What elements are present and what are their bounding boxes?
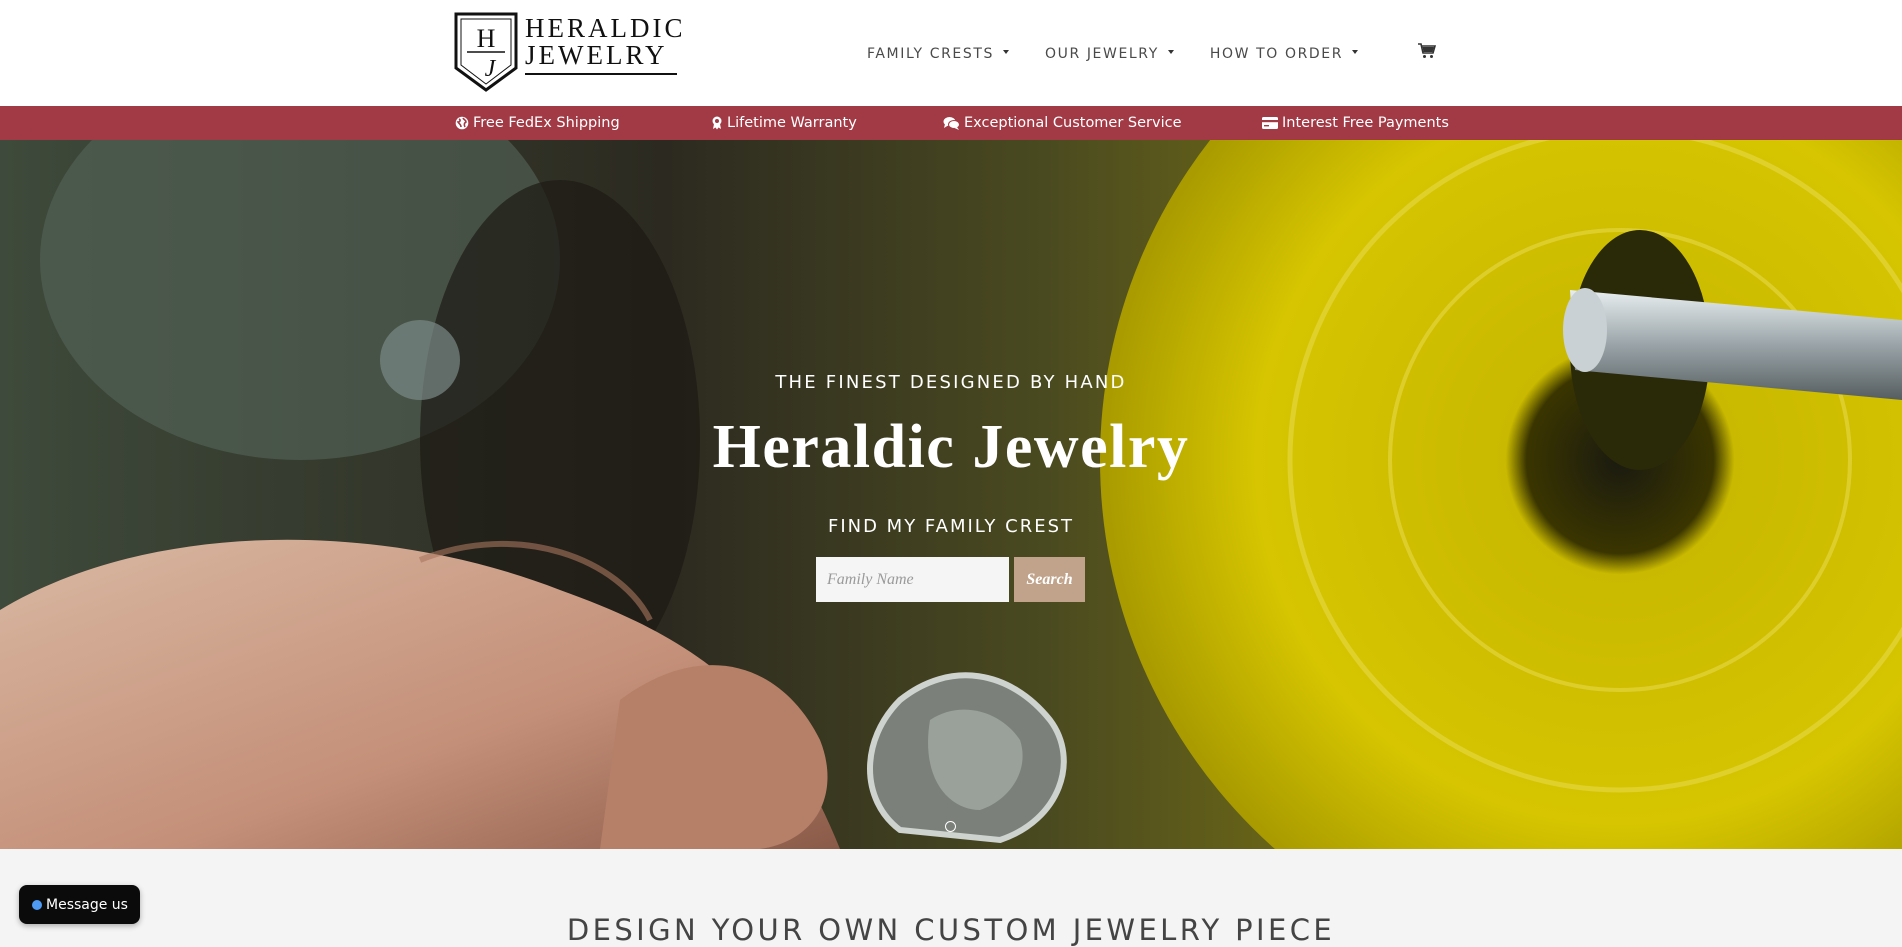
globe-icon [455,116,469,130]
hero-banner: THE FINEST DESIGNED BY HAND Heraldic Jew… [0,140,1902,849]
shield-logo-icon: H J [454,12,518,92]
find-crest-heading: FIND MY FAMILY CREST [827,516,1075,537]
promo-shipping: Free FedEx Shipping [455,106,620,140]
hero-tagline: THE FINEST DESIGNED BY HAND [775,372,1127,393]
promo-label: Free FedEx Shipping [473,115,620,131]
nav-our-jewelry[interactable]: OUR JEWELRY [1045,46,1174,62]
credit-card-icon [1262,117,1278,129]
promo-label: Exceptional Customer Service [964,115,1182,131]
chat-icon [943,117,960,130]
svg-text:H: H [477,24,496,53]
site-header: H J HERALDIC JEWELRY FAMILY CRESTS OUR J… [0,0,1902,106]
hero-title: Heraldic Jewelry [712,413,1190,481]
promo-bar: Free FedEx Shipping Lifetime Warranty Ex… [0,106,1902,140]
promo-label: Interest Free Payments [1282,115,1449,131]
promo-service: Exceptional Customer Service [943,106,1182,140]
logo-text-jewelry: JEWELRY [525,40,677,75]
family-name-input[interactable] [816,557,1009,602]
hero-background-image [0,140,1902,849]
nav-label: FAMILY CRESTS [867,46,994,62]
site-logo[interactable]: H J HERALDIC JEWELRY [453,12,683,94]
main-nav: FAMILY CRESTS OUR JEWELRY HOW TO ORDER [867,44,1394,64]
promo-label: Lifetime Warranty [727,115,857,131]
nav-family-crests[interactable]: FAMILY CRESTS [867,46,1009,62]
caret-down-icon [1002,50,1009,54]
message-us-button[interactable]: Message us [19,885,140,924]
nav-label: OUR JEWELRY [1044,46,1159,62]
promo-payments: Interest Free Payments [1262,106,1449,140]
svg-text:J: J [485,56,497,82]
award-icon [712,116,722,130]
slide-indicator-dot[interactable] [945,821,956,832]
logo-text-heraldic: HERALDIC [525,13,686,43]
caret-down-icon [1167,50,1174,54]
search-button[interactable]: Search [1014,557,1085,602]
section-title: DESIGN YOUR OWN CUSTOM JEWELRY PIECE [566,913,1336,947]
nav-label: HOW TO ORDER [1209,46,1344,62]
online-status-icon [32,899,42,910]
cart-icon[interactable] [1418,43,1436,59]
caret-down-icon [1352,50,1359,54]
promo-warranty: Lifetime Warranty [711,106,857,140]
message-us-label: Message us [46,896,128,913]
nav-how-to-order[interactable]: HOW TO ORDER [1209,46,1359,62]
